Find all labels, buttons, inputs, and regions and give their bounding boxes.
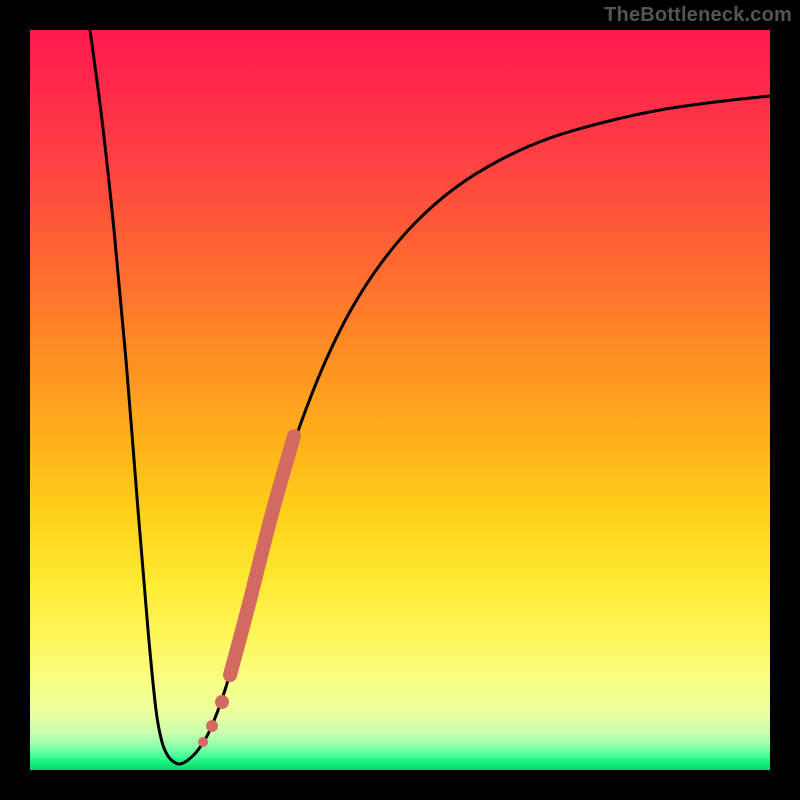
curve-highlight [230, 436, 294, 675]
bottleneck-curve [90, 30, 770, 764]
curve-highlight-dot [206, 720, 218, 732]
curve-highlight-dot [215, 695, 229, 709]
chart-frame: TheBottleneck.com [0, 0, 800, 800]
curve-layer [30, 30, 770, 770]
watermark-text: TheBottleneck.com [604, 4, 792, 27]
curve-highlight-dot [198, 737, 208, 747]
